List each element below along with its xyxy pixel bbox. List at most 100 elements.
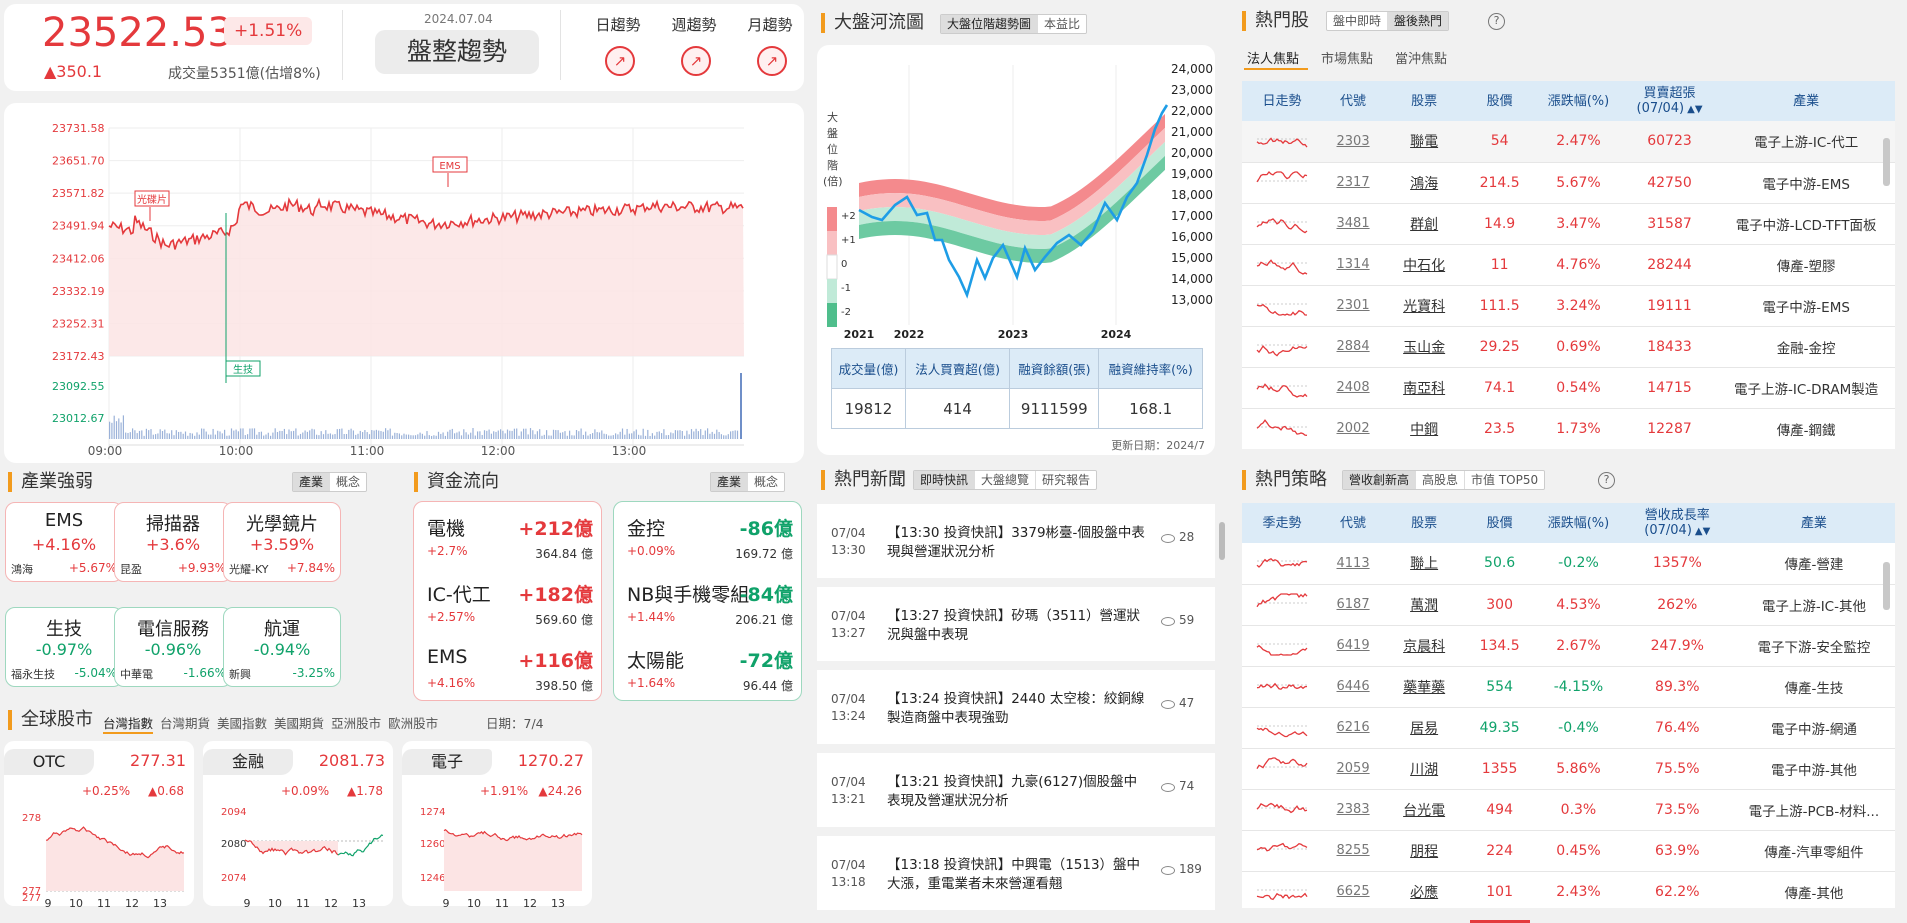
tab-river-level[interactable]: 大盤位階趨勢圖 — [941, 15, 1038, 33]
tab-industry[interactable]: 產業 — [293, 473, 330, 491]
tab-news-market[interactable]: 大盤總覽 — [974, 471, 1036, 489]
flow-row[interactable]: 電機 +212億 +2.7% 364.84 億 — [415, 508, 601, 568]
news-headline[interactable]: 【13:30 投資快訊】3379彬臺-個股盤中表現與營運狀況分析 — [887, 524, 1149, 562]
tab-intraday[interactable]: 盤中即時 — [1327, 12, 1388, 30]
industry-card[interactable]: 電信服務 -0.96% 中華電 -1.66% — [114, 607, 232, 687]
stock-name[interactable]: 朋程 — [1384, 830, 1465, 872]
index-mini-card[interactable]: 金融 2081.73 +0.09% ▲1.78 2094 2080 2074 9 10 11 12 1… — [203, 741, 393, 910]
table-row[interactable]: 4113 聯上 50.6 -0.2% 1357% 傳產-營建 — [1242, 543, 1895, 585]
trend-tab-label[interactable]: 週趨勢 — [664, 14, 724, 35]
table-header-cell[interactable]: 營收成長率 (07/04) ▲▼ — [1621, 503, 1733, 543]
stock-code[interactable]: 2383 — [1321, 789, 1385, 831]
tab-flow-industry[interactable]: 產業 — [711, 473, 748, 491]
stock-name[interactable]: 聯上 — [1384, 543, 1465, 585]
stock-code[interactable]: 6187 — [1321, 584, 1385, 626]
stock-code[interactable]: 2059 — [1321, 748, 1385, 790]
tab-revenue-high[interactable]: 營收創新高 — [1343, 471, 1416, 489]
stock-code[interactable]: 2002 — [1321, 408, 1385, 449]
flow-row[interactable]: EMS +116億 +4.16% 398.50 億 — [415, 640, 601, 700]
hot-subtab[interactable]: 法人焦點 — [1247, 48, 1299, 67]
flow-row[interactable]: NB與手機零組 -84億 +1.44% 206.21 億 — [615, 574, 801, 634]
industry-card[interactable]: 光學鏡片 +3.59% 光耀-KY +7.84% — [223, 502, 341, 582]
stock-name[interactable]: 必應 — [1384, 871, 1465, 908]
flow-row[interactable]: 金控 -86億 +0.09% 169.72 億 — [615, 508, 801, 568]
help-icon[interactable]: ? — [1598, 472, 1615, 489]
table-row[interactable]: 3481 群創 14.9 3.47% 31587 電子中游-LCD-TFT面板 — [1242, 203, 1895, 245]
help-icon[interactable]: ? — [1488, 13, 1505, 30]
stock-code[interactable]: 2317 — [1321, 162, 1385, 204]
tab-news-research[interactable]: 研究報告 — [1035, 471, 1097, 489]
stock-name[interactable]: 台光電 — [1384, 789, 1465, 831]
table-row[interactable]: 6419 京晨科 134.5 2.67% 247.9% 電子下游-安全監控 — [1242, 625, 1895, 667]
industry-card[interactable]: EMS +4.16% 鴻海 +5.67% — [5, 502, 123, 582]
strategy-scrollbar[interactable] — [1883, 562, 1890, 610]
news-item[interactable]: 07/04 13:30 【13:30 投資快訊】3379彬臺-個股盤中表現與營運狀況… — [817, 504, 1215, 578]
stock-name[interactable]: 光寶科 — [1384, 285, 1465, 327]
table-row[interactable]: 1314 中石化 11 4.76% 28244 傳產-塑膠 — [1242, 244, 1895, 286]
news-scrollbar[interactable] — [1219, 522, 1225, 560]
news-item[interactable]: 07/04 13:24 【13:24 投資快訊】2440 太空梭：絞銅線製造商盤中表… — [817, 670, 1215, 744]
tab-concept[interactable]: 概念 — [329, 473, 367, 491]
table-row[interactable]: 2301 光寶科 111.5 3.24% 19111 電子中游-EMS — [1242, 285, 1895, 327]
flow-row[interactable]: 太陽能 -72億 +1.64% 96.44 億 — [615, 640, 801, 700]
trend-tab-label[interactable]: 日趨勢 — [588, 14, 648, 35]
stock-code[interactable]: 2408 — [1321, 367, 1385, 409]
stock-name[interactable]: 群創 — [1384, 203, 1465, 245]
table-row[interactable]: 2059 川湖 1355 5.86% 75.5% 電子中游-其他 — [1242, 748, 1895, 790]
stock-name[interactable]: 京晨科 — [1384, 625, 1465, 667]
global-tab[interactable]: 台灣期貨 — [160, 713, 210, 734]
table-row[interactable]: 6625 必應 101 2.43% 62.2% 傳產-其他 — [1242, 871, 1895, 908]
table-row[interactable]: 2383 台光電 494 0.3% 73.5% 電子上游-PCB-材料... — [1242, 789, 1895, 831]
tab-news-flash[interactable]: 即時快訊 — [914, 471, 975, 489]
stock-name[interactable]: 川湖 — [1384, 748, 1465, 790]
hot-subtab[interactable]: 當沖焦點 — [1395, 48, 1447, 67]
sort-icon[interactable]: ▲▼ — [1695, 526, 1710, 537]
table-row[interactable]: 2303 聯電 54 2.47% 60723 電子上游-IC-代工 — [1242, 121, 1895, 163]
stock-code[interactable]: 2303 — [1321, 121, 1385, 163]
industry-card[interactable]: 航運 -0.94% 新興 -3.25% — [223, 607, 341, 687]
stock-name[interactable]: 居易 — [1384, 707, 1465, 749]
tab-high-dividend[interactable]: 高股息 — [1415, 471, 1465, 489]
strategy-tabs[interactable]: 營收創新高 高股息 市值 TOP50 — [1342, 470, 1546, 490]
news-headline[interactable]: 【13:27 投資快訊】矽瑪（3511）營運狀況與盤中表現 — [887, 607, 1149, 645]
trend-tab-label[interactable]: 月趨勢 — [740, 14, 800, 35]
index-mini-card[interactable]: 電子 1270.27 +1.91% ▲24.26 1274 1260 1246 9 10 11 12… — [402, 741, 592, 910]
stock-name[interactable]: 聯電 — [1384, 121, 1465, 163]
stock-name[interactable]: 中鋼 — [1384, 408, 1465, 449]
news-headline[interactable]: 【13:18 投資快訊】中興電（1513）盤中大漲，重電業者未來營運看翹 — [887, 856, 1149, 894]
stock-name[interactable]: 玉山金 — [1384, 326, 1465, 368]
stock-code[interactable]: 2884 — [1321, 326, 1385, 368]
tab-top50[interactable]: 市值 TOP50 — [1464, 471, 1545, 489]
hot-scrollbar[interactable] — [1883, 138, 1890, 186]
river-tabs[interactable]: 大盤位階趨勢圖 本益比 — [940, 14, 1088, 34]
stock-name[interactable]: 鴻海 — [1384, 162, 1465, 204]
stock-code[interactable]: 1314 — [1321, 244, 1385, 286]
trend-up-icon[interactable]: ↗ — [757, 46, 787, 76]
hot-subtabs[interactable]: 法人焦點 市場焦點 當沖焦點 — [1247, 48, 1447, 67]
global-tabs[interactable]: 台灣指數 台灣期貨 美國指數 美國期貨 亞洲股市 歐洲股市 — [103, 713, 438, 734]
flow-row[interactable]: IC-代工 +182億 +2.57% 569.60 億 — [415, 574, 601, 634]
stock-name[interactable]: 中石化 — [1384, 244, 1465, 286]
stock-code[interactable]: 6419 — [1321, 625, 1385, 667]
stock-code[interactable]: 4113 — [1321, 543, 1385, 585]
intraday-chart[interactable]: 23731.58 23651.70 23571.82 23491.94 23412.06… — [4, 103, 804, 463]
global-tab[interactable]: 台灣指數 — [103, 713, 154, 734]
global-tab[interactable]: 美國期貨 — [274, 713, 324, 734]
flow-tabs[interactable]: 產業 概念 — [710, 472, 786, 492]
stock-name[interactable]: 南亞科 — [1384, 367, 1465, 409]
stock-code[interactable]: 2301 — [1321, 285, 1385, 327]
trend-up-icon[interactable]: ↗ — [605, 46, 635, 76]
stock-code[interactable]: 6216 — [1321, 707, 1385, 749]
global-tab[interactable]: 亞洲股市 — [331, 713, 381, 734]
sort-icon[interactable]: ▲▼ — [1687, 104, 1702, 115]
hot-tabs[interactable]: 盤中即時 盤後熱門 — [1326, 11, 1450, 31]
news-item[interactable]: 07/04 13:18 【13:18 投資快訊】中興電（1513）盤中大漲，重電業者… — [817, 836, 1215, 910]
table-row[interactable]: 6187 萬潤 300 4.53% 262% 電子上游-IC-其他 — [1242, 584, 1895, 626]
stock-name[interactable]: 藥華藥 — [1384, 666, 1465, 708]
industry-card[interactable]: 掃描器 +3.6% 昆盈 +9.93% — [114, 502, 232, 582]
index-mini-card[interactable]: OTC 277.31 +0.25% ▲0.68 278 277 277 9 10 11 12 13 — [4, 741, 194, 910]
stock-name[interactable]: 萬潤 — [1384, 584, 1465, 626]
stock-code[interactable]: 8255 — [1321, 830, 1385, 872]
news-item[interactable]: 07/04 13:27 【13:27 投資快訊】矽瑪（3511）營運狀況與盤中表現 5… — [817, 587, 1215, 661]
tab-after-hours[interactable]: 盤後熱門 — [1387, 12, 1449, 30]
